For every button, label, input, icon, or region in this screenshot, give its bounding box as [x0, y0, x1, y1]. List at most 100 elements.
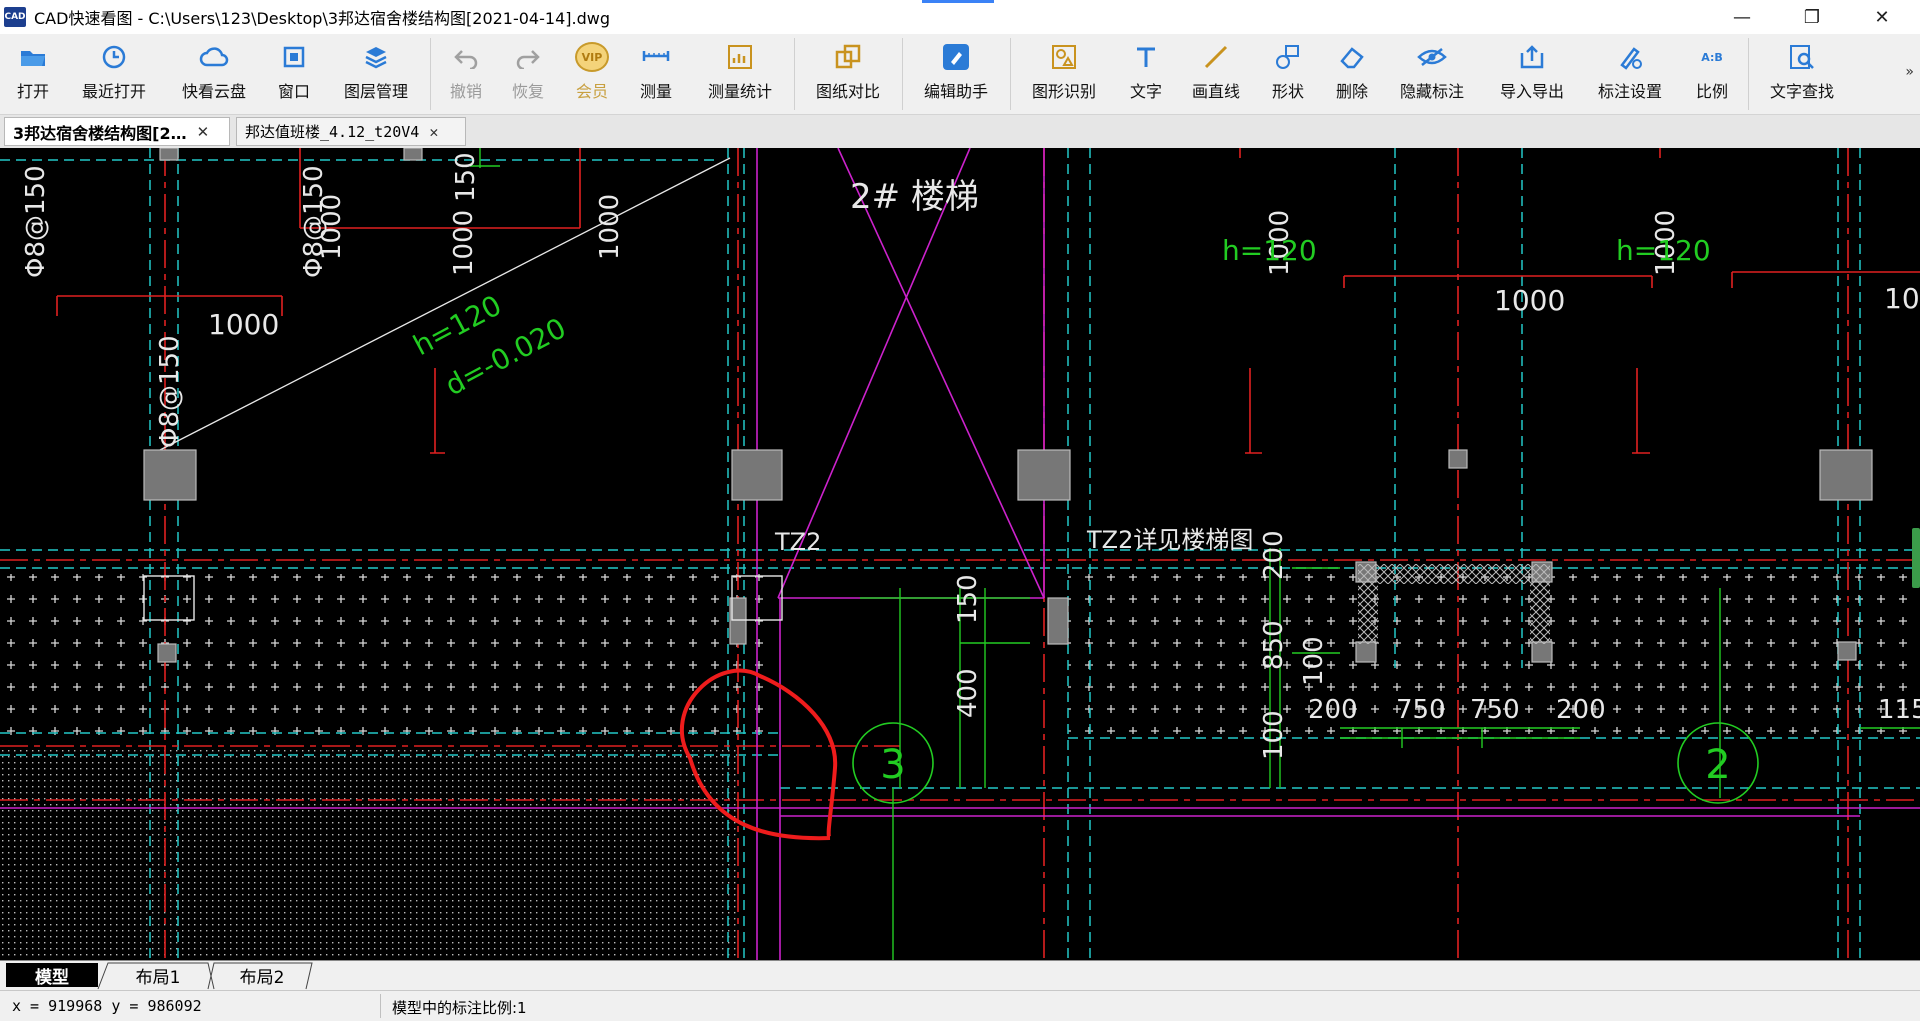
- layer-manage-label: 图层管理: [343, 82, 408, 101]
- dim-150: 150: [451, 152, 481, 202]
- slab-hatch-left: [0, 574, 770, 748]
- open-folder-icon: [18, 42, 48, 72]
- annotation-settings-label: 标注设置: [1597, 82, 1662, 101]
- dim-200: 200: [1259, 530, 1289, 580]
- axis-label-3: 3: [880, 742, 905, 788]
- recent-open-button[interactable]: 最近打开: [76, 42, 152, 108]
- title-accent-bar: [922, 0, 994, 3]
- redo-label: 恢复: [511, 82, 544, 101]
- slab-dot-hatch: [0, 748, 736, 960]
- edit-assistant-label: 编辑助手: [923, 82, 988, 101]
- slab-diagonal: [159, 157, 731, 451]
- recent-clock-icon: [99, 42, 129, 72]
- side-panel-handle[interactable]: [1912, 528, 1920, 588]
- annotation-settings-icon: [1615, 42, 1645, 72]
- import-export-label: 导入导出: [1499, 82, 1564, 101]
- cloud-disk-button[interactable]: 快看云盘: [176, 42, 252, 108]
- redo-button[interactable]: 恢复: [508, 42, 548, 108]
- measure-label: 测量: [639, 82, 672, 101]
- shape-recognize-icon: [1049, 42, 1079, 72]
- ratio-icon: A:B: [1701, 50, 1723, 64]
- doc-tab-dormitory[interactable]: 3邦达宿舍楼结构图[2… ✕: [4, 117, 230, 146]
- dim-750: 750: [1470, 695, 1520, 725]
- text-button[interactable]: 文字: [1126, 42, 1166, 108]
- minimize-button[interactable]: —: [1712, 0, 1772, 34]
- status-bar: x = 919968 y = 986092 模型中的标注比例:1: [0, 990, 1920, 1021]
- delete-button[interactable]: 删除: [1332, 42, 1372, 108]
- layout-tab-outline: [97, 962, 313, 990]
- measure-stats-label: 测量统计: [707, 82, 772, 101]
- line-icon: [1201, 42, 1231, 72]
- ruler-icon: [641, 42, 671, 72]
- ratio-label: 比例: [1695, 82, 1728, 101]
- measure-button[interactable]: 测量: [636, 42, 676, 108]
- doc-tab-duty-building[interactable]: 邦达值班楼_4.12_t20V4 ✕: [236, 117, 466, 146]
- open-label: 打开: [16, 82, 49, 101]
- shape-icon: [1273, 42, 1303, 72]
- dim-1150: 115(: [1878, 695, 1920, 725]
- dim-850: 850: [1259, 620, 1289, 670]
- drawing-compare-button[interactable]: 图纸对比: [810, 42, 886, 108]
- measure-stats-button[interactable]: 测量统计: [702, 42, 778, 108]
- annotation-scale: 模型中的标注比例:1: [392, 999, 527, 1017]
- shape-label: 形状: [1271, 82, 1304, 101]
- dim-1000: 1000: [449, 210, 479, 276]
- import-export-button[interactable]: 导入导出: [1494, 42, 1570, 108]
- dim-200: 200: [1556, 695, 1606, 725]
- title-bar: CAD CAD快速看图 - C:\Users\123\Desktop\3邦达宿舍…: [0, 0, 1920, 34]
- axis-label-2: 2: [1705, 742, 1730, 788]
- draw-line-button[interactable]: 画直线: [1188, 42, 1244, 108]
- redo-icon: [513, 42, 543, 72]
- doc-tab-label: 邦达值班楼_4.12_t20V4: [245, 123, 420, 141]
- draw-line-label: 画直线: [1191, 82, 1240, 101]
- edit-assistant-icon: [941, 42, 971, 72]
- layout-tab-bar: 模型 布局1 布局2: [0, 960, 1920, 991]
- dim-200: 200: [1308, 695, 1358, 725]
- dim-100: 100: [1259, 710, 1289, 760]
- text-search-label: 文字查找: [1769, 82, 1834, 101]
- delete-label: 删除: [1335, 82, 1368, 101]
- import-export-icon: [1517, 42, 1547, 72]
- tz2-label: TZ2: [774, 528, 821, 556]
- layer-manage-button[interactable]: 图层管理: [338, 42, 414, 108]
- close-window-button[interactable]: ✕: [1852, 0, 1912, 34]
- shape-recognize-label: 图形识别: [1031, 82, 1096, 101]
- ratio-button[interactable]: A:B 比例: [1692, 42, 1732, 108]
- dim-100: 100: [1299, 636, 1329, 686]
- dim-1000: 1000: [317, 194, 347, 260]
- vip-label: 会员: [575, 82, 608, 101]
- open-button[interactable]: 打开: [10, 42, 56, 108]
- vip-icon: VIP: [575, 42, 609, 72]
- shape-recognize-button[interactable]: 图形识别: [1026, 42, 1102, 108]
- restore-button[interactable]: ❐: [1782, 0, 1842, 34]
- close-tab-icon[interactable]: ✕: [197, 123, 210, 141]
- slab-thickness-label: h=120: [1222, 234, 1317, 267]
- cloud-icon: [199, 42, 229, 72]
- doc-tab-label: 3邦达宿舍楼结构图[2…: [13, 123, 187, 143]
- slab-thickness-label: h=120: [1616, 234, 1711, 267]
- window-icon: [279, 42, 309, 72]
- text-label: 文字: [1129, 82, 1162, 101]
- edit-assistant-button[interactable]: 编辑助手: [918, 42, 994, 108]
- undo-label: 撤销: [449, 82, 482, 101]
- stair-label: 2# 楼梯: [850, 177, 979, 217]
- dim-400: 400: [953, 668, 983, 718]
- cad-drawing-canvas[interactable]: 3 2 2# 楼梯 TZ2 TZ2详见楼梯图 1000 1000 1000 20…: [0, 148, 1920, 960]
- layers-icon: [361, 42, 391, 72]
- main-toolbar: 打开 最近打开 快看云盘 窗口 图层管理 撤销 恢复 VIP 会员 测量 测量统…: [0, 34, 1920, 115]
- text-search-button[interactable]: 文字查找: [1764, 42, 1840, 108]
- dim-1000: 1000: [1494, 284, 1565, 317]
- annotation-settings-button[interactable]: 标注设置: [1592, 42, 1668, 108]
- compare-icon: [833, 42, 863, 72]
- toolbar-overflow-button[interactable]: »: [1905, 64, 1914, 80]
- measure-stats-icon: [725, 42, 755, 72]
- drawing-compare-label: 图纸对比: [815, 82, 880, 101]
- dim-1000: 1000: [595, 194, 625, 260]
- close-tab-icon[interactable]: ✕: [429, 123, 438, 141]
- vip-button[interactable]: VIP 会员: [572, 42, 612, 108]
- app-logo-icon: CAD: [4, 7, 26, 27]
- shape-button[interactable]: 形状: [1268, 42, 1308, 108]
- undo-button[interactable]: 撤销: [446, 42, 486, 108]
- window-button[interactable]: 窗口: [274, 42, 314, 108]
- hide-annotation-button[interactable]: 隐藏标注: [1394, 42, 1470, 108]
